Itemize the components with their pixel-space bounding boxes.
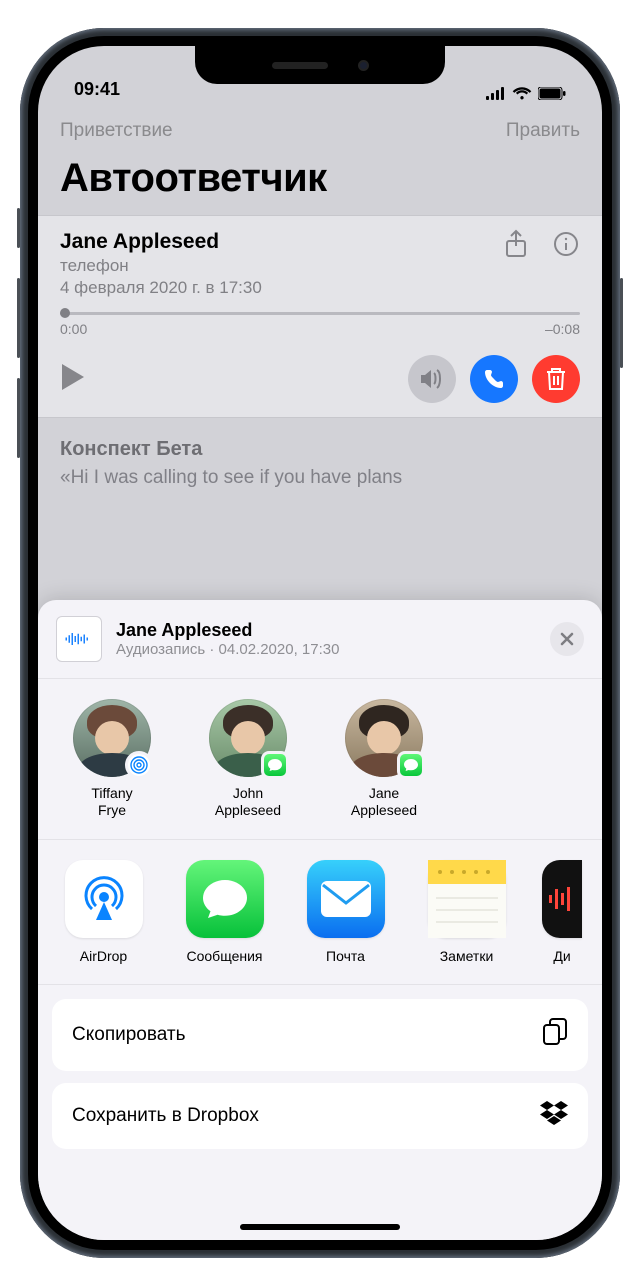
- share-contact[interactable]: Tiffany Frye: [58, 699, 166, 819]
- avatar: [73, 699, 151, 777]
- nav-edit-button[interactable]: Править: [506, 120, 580, 142]
- voicemail-card: Jane Appleseed телефон 4 февраля 2020 г.…: [38, 215, 602, 418]
- notes-icon: [428, 860, 506, 938]
- voicemail-datetime: 4 февраля 2020 г. в 17:30: [60, 278, 262, 298]
- contact-name: Jane: [330, 785, 438, 802]
- contact-name: Tiffany: [58, 785, 166, 802]
- nav-greeting-button[interactable]: Приветствие: [60, 120, 173, 142]
- avatar: [345, 699, 423, 777]
- status-time: 09:41: [74, 79, 120, 100]
- file-audio-icon: [56, 616, 102, 662]
- delete-button[interactable]: [532, 355, 580, 403]
- app-voice-memos[interactable]: Ди: [542, 860, 582, 964]
- battery-icon: [538, 87, 566, 100]
- home-indicator[interactable]: [240, 1224, 400, 1230]
- share-contact[interactable]: John Appleseed: [194, 699, 302, 819]
- callback-button[interactable]: [470, 355, 518, 403]
- copy-icon: [542, 1017, 568, 1053]
- transcript-heading: Конспект Бета: [60, 438, 580, 461]
- mail-icon: [307, 860, 385, 938]
- contact-name: John: [194, 785, 302, 802]
- app-notes[interactable]: Заметки: [421, 860, 512, 964]
- avatar: [209, 699, 287, 777]
- info-icon[interactable]: [552, 230, 580, 258]
- close-button[interactable]: [550, 622, 584, 656]
- messages-badge-icon: [397, 751, 425, 779]
- messages-badge-icon: [261, 751, 289, 779]
- share-subtitle: Аудиозапись · 04.02.2020, 17:30: [116, 641, 339, 658]
- share-contact[interactable]: Jane Appleseed: [330, 699, 438, 819]
- app-airdrop[interactable]: AirDrop: [58, 860, 149, 964]
- app-label: Заметки: [421, 948, 512, 964]
- app-label: Ди: [542, 948, 582, 964]
- transcript-text: «Hi I was calling to see if you have pla…: [60, 467, 580, 489]
- share-icon[interactable]: [502, 230, 530, 258]
- messages-icon: [186, 860, 264, 938]
- share-sheet: Jane Appleseed Аудиозапись · 04.02.2020,…: [38, 600, 602, 1240]
- dropbox-icon: [540, 1101, 568, 1131]
- speaker-button[interactable]: [408, 355, 456, 403]
- voicemail-caller: Jane Appleseed: [60, 230, 262, 254]
- app-label: Почта: [300, 948, 391, 964]
- contact-name: Appleseed: [330, 802, 438, 819]
- airdrop-badge-icon: [125, 751, 153, 779]
- time-remaining: –0:08: [545, 321, 580, 337]
- airdrop-icon: [65, 860, 143, 938]
- time-current: 0:00: [60, 321, 87, 337]
- play-button[interactable]: [60, 362, 86, 397]
- app-label: AirDrop: [58, 948, 149, 964]
- action-save-dropbox[interactable]: Сохранить в Dropbox: [52, 1083, 588, 1149]
- status-icons: [486, 86, 566, 100]
- app-messages[interactable]: Сообщения: [179, 860, 270, 964]
- app-mail[interactable]: Почта: [300, 860, 391, 964]
- share-title: Jane Appleseed: [116, 620, 339, 641]
- action-copy[interactable]: Скопировать: [52, 999, 588, 1071]
- wifi-icon: [512, 86, 532, 100]
- action-label: Сохранить в Dropbox: [72, 1105, 259, 1127]
- playback-scrubber[interactable]: 0:00 –0:08: [60, 312, 580, 337]
- page-title: Автоответчик: [38, 148, 602, 215]
- voicemail-source: телефон: [60, 256, 262, 276]
- share-contacts-row: Tiffany Frye John Appleseed: [38, 679, 602, 840]
- contact-name: Appleseed: [194, 802, 302, 819]
- cellular-icon: [486, 87, 506, 100]
- contact-name: Frye: [58, 802, 166, 819]
- action-label: Скопировать: [72, 1024, 185, 1046]
- voice-memos-icon: [542, 860, 582, 938]
- share-apps-row: AirDrop Сообщения Почта: [38, 840, 602, 985]
- app-label: Сообщения: [179, 948, 270, 964]
